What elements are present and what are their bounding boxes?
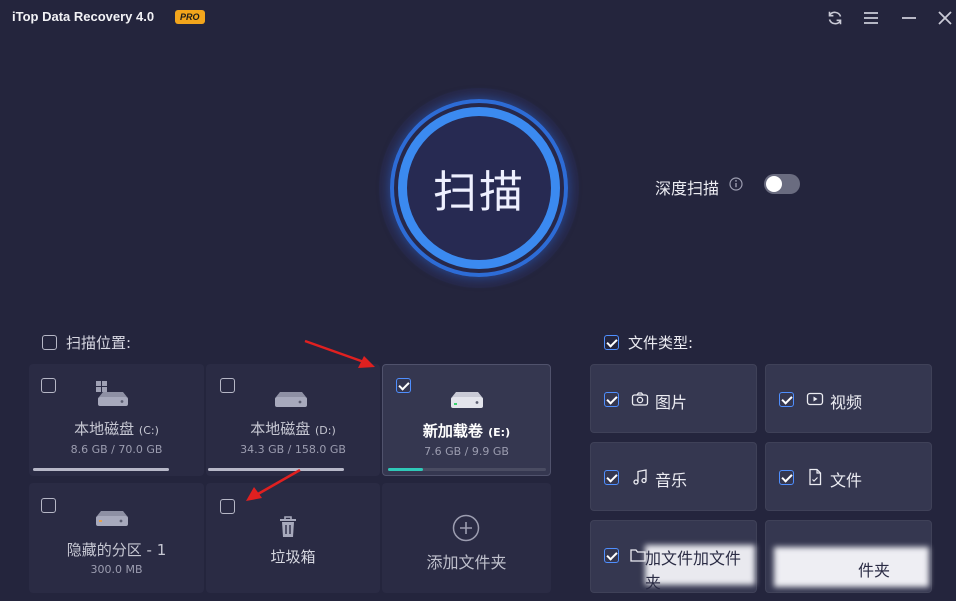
deep-scan-label: 深度扫描 bbox=[655, 179, 720, 198]
scan-location-checkbox[interactable] bbox=[42, 335, 57, 350]
drive-name: 本地磁盘 (C:) bbox=[74, 420, 159, 438]
drive-usage-bar bbox=[388, 468, 546, 471]
drive-card-e[interactable]: 新加载卷 (E:) 7.6 GB / 9.9 GB bbox=[382, 364, 551, 476]
play-icon bbox=[806, 392, 824, 406]
drive-checkbox-d[interactable] bbox=[220, 378, 235, 393]
drive-size: 8.6 GB / 70.0 GB bbox=[70, 443, 163, 456]
minimize-icon[interactable] bbox=[898, 7, 920, 29]
pro-badge: PRO bbox=[175, 10, 205, 24]
recycle-bin-label: 垃圾箱 bbox=[270, 548, 316, 566]
drive-name: 隐藏的分区 - 1 bbox=[66, 541, 167, 559]
recycle-bin-checkbox[interactable] bbox=[220, 499, 235, 514]
drive-card-d[interactable]: 本地磁盘 (D:) 34.3 GB / 158.0 GB bbox=[206, 364, 380, 476]
drive-card-c[interactable]: 本地磁盘 (C:) 8.6 GB / 70.0 GB bbox=[29, 364, 204, 476]
drive-usage-fill bbox=[388, 468, 423, 471]
drive-checkbox-e[interactable] bbox=[396, 378, 411, 393]
drive-name: 本地磁盘 (D:) bbox=[250, 420, 336, 438]
add-icon bbox=[452, 514, 480, 542]
arrow-line bbox=[304, 339, 365, 364]
drive-size: 34.3 GB / 158.0 GB bbox=[240, 443, 346, 456]
file-type-music[interactable]: 音乐 bbox=[590, 442, 757, 511]
file-type-label: 音乐 bbox=[655, 471, 688, 490]
refresh-icon[interactable] bbox=[824, 7, 846, 29]
camera-icon bbox=[631, 392, 649, 406]
file-type-folder[interactable]: 件夹 bbox=[765, 520, 932, 593]
drive-usage-bar bbox=[208, 468, 344, 471]
add-folder-label: 添加文件夹 bbox=[426, 553, 507, 572]
scan-location-label: 扫描位置: bbox=[66, 334, 132, 352]
file-type-checkbox[interactable] bbox=[779, 392, 794, 407]
menu-icon[interactable] bbox=[860, 7, 882, 29]
windows-drive-icon bbox=[96, 381, 128, 406]
close-icon[interactable] bbox=[934, 7, 956, 29]
file-type-label: 加文件加文件夹 bbox=[645, 549, 742, 592]
file-type-label: 图片 bbox=[655, 393, 688, 412]
toggle-knob bbox=[766, 176, 782, 192]
title-bar: iTop Data Recovery 4.0 PRO bbox=[0, 0, 956, 36]
app-title: iTop Data Recovery 4.0 bbox=[12, 9, 155, 24]
scan-label: 扫描 bbox=[433, 167, 525, 218]
drive-size: 300.0 MB bbox=[90, 563, 143, 576]
drive-usage-fill bbox=[33, 468, 169, 471]
file-type-documents[interactable]: 文件 bbox=[765, 442, 932, 511]
drive-icon bbox=[451, 392, 483, 408]
drive-usage-bar bbox=[33, 468, 169, 471]
scan-button[interactable]: 扫描 bbox=[398, 107, 560, 269]
file-type-checkbox[interactable] bbox=[604, 392, 619, 407]
drive-card-hidden[interactable]: 隐藏的分区 - 1 300.0 MB bbox=[29, 483, 204, 593]
drive-name: 新加载卷 (E:) bbox=[422, 422, 511, 440]
drive-checkbox-c[interactable] bbox=[41, 378, 56, 393]
drive-checkbox-hidden[interactable] bbox=[41, 498, 56, 513]
blurred-region bbox=[774, 547, 929, 587]
info-icon[interactable] bbox=[729, 177, 743, 191]
file-type-checkbox[interactable] bbox=[779, 470, 794, 485]
deep-scan-toggle[interactable] bbox=[764, 174, 800, 194]
drive-usage-fill bbox=[208, 468, 344, 471]
file-type-label: 视频 bbox=[830, 393, 863, 412]
music-note-icon bbox=[633, 469, 647, 485]
drive-icon bbox=[96, 511, 128, 526]
file-type-images[interactable]: 图片 bbox=[590, 364, 757, 433]
file-type-video[interactable]: 视频 bbox=[765, 364, 932, 433]
file-types-label: 文件类型: bbox=[628, 334, 694, 352]
file-type-other[interactable]: 加文件加文件夹 bbox=[590, 520, 757, 593]
drive-icon bbox=[275, 392, 307, 407]
document-icon bbox=[809, 468, 822, 486]
file-type-checkbox[interactable] bbox=[604, 470, 619, 485]
file-types-checkbox[interactable] bbox=[604, 335, 619, 350]
file-type-label: 件夹 bbox=[858, 561, 891, 580]
file-type-checkbox[interactable] bbox=[604, 548, 619, 563]
trash-icon bbox=[280, 516, 296, 537]
drive-size: 7.6 GB / 9.9 GB bbox=[424, 445, 509, 458]
recycle-bin-card[interactable]: 垃圾箱 bbox=[206, 483, 380, 593]
file-type-label: 文件 bbox=[830, 471, 863, 490]
add-folder-card[interactable]: 添加文件夹 bbox=[382, 483, 551, 593]
